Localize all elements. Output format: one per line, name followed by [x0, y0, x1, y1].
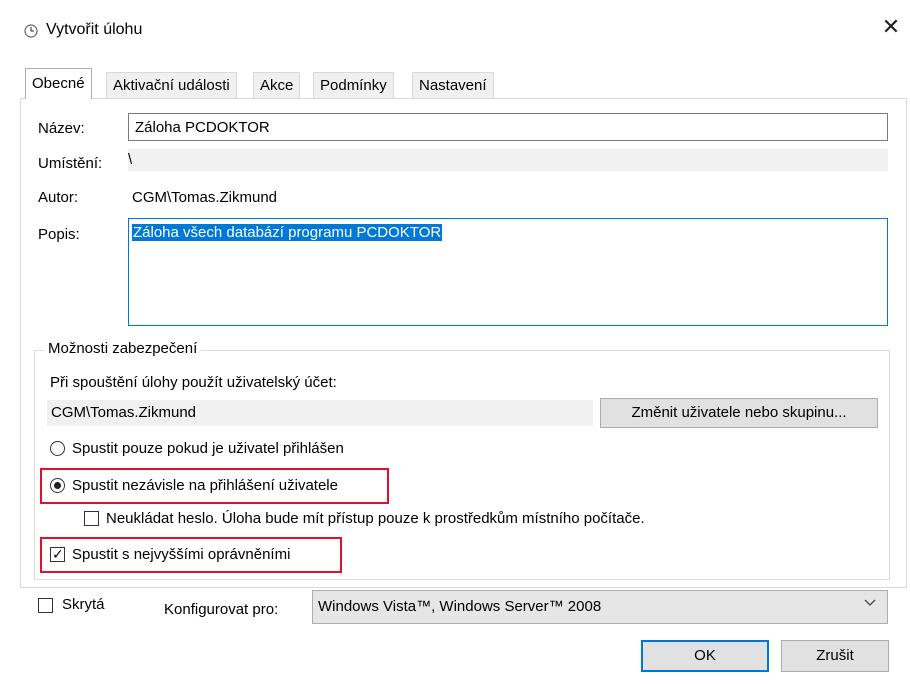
- name-label: Název:: [38, 120, 85, 137]
- chevron-down-icon: [864, 596, 876, 610]
- description-label: Popis:: [38, 226, 80, 243]
- account-value: CGM\Tomas.Zikmund: [51, 404, 197, 421]
- description-textarea[interactable]: Záloha všech databází programu PCDOKTOR: [128, 218, 888, 326]
- no-store-password-label: Neukládat heslo. Úloha bude mít přístup …: [106, 510, 645, 527]
- location-field: \: [128, 149, 888, 171]
- radio-independent[interactable]: [50, 478, 65, 493]
- no-store-password-checkbox[interactable]: [84, 511, 99, 526]
- author-label: Autor:: [38, 189, 79, 206]
- location-value: \: [128, 151, 133, 168]
- account-prompt: Při spouštění úlohy použít uživatelský ú…: [50, 374, 337, 391]
- cancel-button[interactable]: Zrušit: [781, 640, 889, 672]
- security-legend: Možnosti zabezpečení: [44, 340, 202, 357]
- author-value: CGM\Tomas.Zikmund: [132, 189, 278, 206]
- ok-button[interactable]: OK: [641, 640, 769, 672]
- name-input[interactable]: Záloha PCDOKTOR: [128, 113, 888, 141]
- radio-logged-on-label: Spustit pouze pokud je uživatel přihláše…: [72, 440, 344, 457]
- name-value: Záloha PCDOKTOR: [135, 119, 270, 136]
- configure-label: Konfigurovat pro:: [164, 601, 279, 618]
- description-value: Záloha všech databází programu PCDOKTOR: [132, 224, 443, 241]
- highest-privileges-label: Spustit s nejvyššími oprávněními: [72, 546, 291, 563]
- configure-value: Windows Vista™, Windows Server™ 2008: [318, 598, 602, 615]
- radio-logged-on[interactable]: [50, 441, 65, 456]
- account-field: CGM\Tomas.Zikmund: [47, 400, 593, 426]
- hidden-label: Skrytá: [62, 596, 105, 613]
- location-label: Umístění:: [38, 155, 103, 172]
- highest-privileges-checkbox[interactable]: ✓: [50, 546, 65, 562]
- change-user-button[interactable]: Změnit uživatele nebo skupinu...: [600, 398, 878, 428]
- hidden-checkbox[interactable]: [38, 598, 53, 613]
- check-icon: ✓: [52, 546, 64, 562]
- radio-independent-label: Spustit nezávisle na přihlášení uživatel…: [72, 477, 338, 494]
